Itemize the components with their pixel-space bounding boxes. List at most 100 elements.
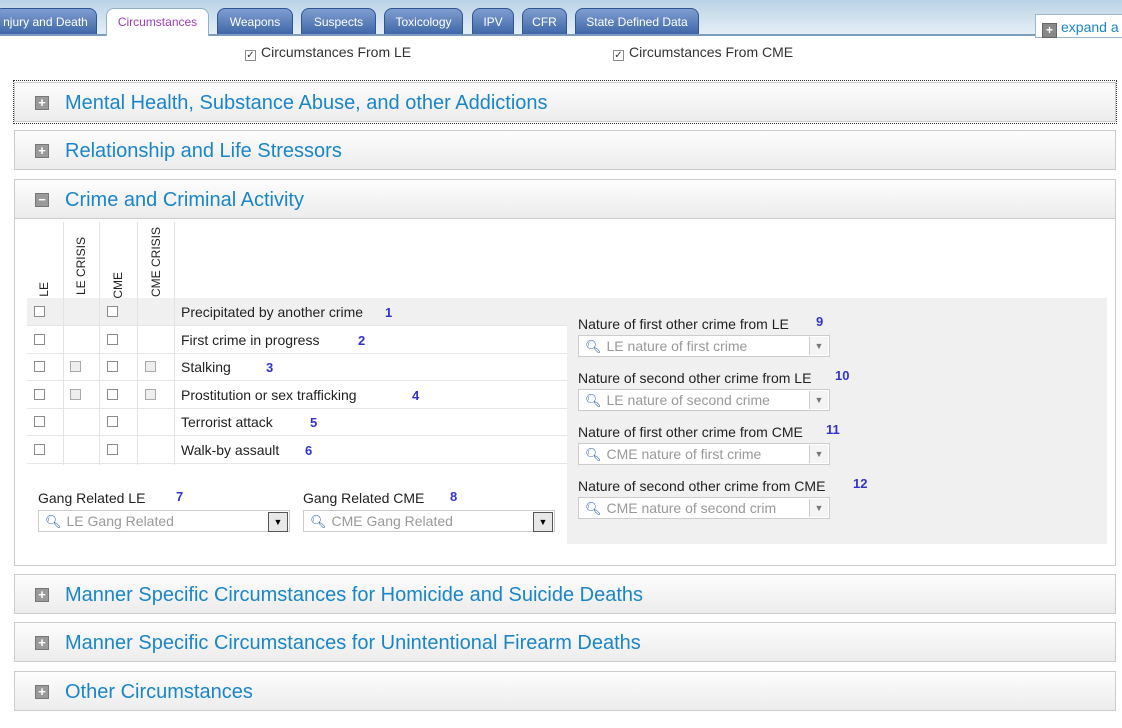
row-label: Walk-by assault <box>181 441 280 458</box>
row-label: Terrorist attack <box>181 414 273 430</box>
section-crime[interactable]: − Crime and Criminal Activity <box>14 179 1116 219</box>
tab-state-defined-data[interactable]: State Defined Data <box>575 8 699 34</box>
plus-icon: + <box>1042 23 1057 38</box>
section-other[interactable]: + Other Circumstances <box>14 671 1116 711</box>
le-checkbox[interactable] <box>34 361 45 372</box>
tab-injury-and-death[interactable]: njury and Death <box>0 8 97 34</box>
le-checkbox[interactable] <box>34 306 45 317</box>
chevron-down-icon[interactable]: ▼ <box>533 512 553 532</box>
cme-checkbox[interactable] <box>107 416 118 427</box>
search-icon: 🔍︎ <box>45 514 62 529</box>
col-header-le-crisis: LE CRISIS <box>74 237 88 296</box>
nature-placeholder: CME nature of second crim <box>606 500 777 516</box>
nature-number: 10 <box>835 368 850 383</box>
expand-all-button[interactable]: + expand a <box>1035 14 1122 38</box>
section-title: Crime and Criminal Activity <box>65 189 304 211</box>
filter-le[interactable]: ✓ Circumstances From LE <box>245 44 411 61</box>
nature-combobox[interactable]: 🔍︎ CME nature of second crim ▼ <box>578 497 830 519</box>
cme-checkbox[interactable] <box>107 361 118 372</box>
gang-cme-combobox[interactable]: 🔍︎ CME Gang Related ▼ <box>303 510 555 532</box>
row-number: 1 <box>385 305 393 320</box>
cme-checkbox[interactable] <box>107 306 118 317</box>
nature-combobox[interactable]: 🔍︎ LE nature of second crime ▼ <box>578 389 830 411</box>
le-checkbox[interactable] <box>34 443 45 455</box>
tab-ipv[interactable]: IPV <box>472 8 514 34</box>
nature-label: Nature of second other crime from CME <box>578 478 826 494</box>
le-checkbox[interactable] <box>34 416 45 427</box>
chevron-down-icon[interactable]: ▼ <box>809 391 828 409</box>
gang-le-placeholder: LE Gang Related <box>66 513 174 529</box>
gang-le-label: Gang Related LE <box>38 490 146 506</box>
cme-crisis-checkbox[interactable] <box>145 361 156 372</box>
expand-icon[interactable]: + <box>35 96 49 110</box>
collapse-icon[interactable]: − <box>35 193 49 207</box>
tab-weapons[interactable]: Weapons <box>217 8 293 34</box>
section-title: Manner Specific Circumstances for Homici… <box>65 584 644 606</box>
expand-icon[interactable]: + <box>35 144 49 158</box>
nature-number: 11 <box>826 422 840 437</box>
row-label: Precipitated by another crime <box>181 304 364 320</box>
nature-label: Nature of first other crime from CME <box>578 424 803 440</box>
section-title: Relationship and Life Stressors <box>65 140 342 162</box>
expand-icon[interactable]: + <box>35 588 49 602</box>
gang-cme-placeholder: CME Gang Related <box>331 513 453 529</box>
nature-placeholder: LE nature of first crime <box>606 338 748 354</box>
search-icon: 🔍︎ <box>585 339 602 354</box>
section-title: Other Circumstances <box>65 681 253 703</box>
tab-toxicology[interactable]: Toxicology <box>384 8 463 34</box>
nature-combobox[interactable]: 🔍︎ CME nature of first crime ▼ <box>578 443 830 465</box>
expand-icon[interactable]: + <box>35 685 49 699</box>
filter-le-checkbox[interactable]: ✓ <box>245 50 256 61</box>
cme-checkbox[interactable] <box>107 443 118 455</box>
row-label: First crime in progress <box>181 331 320 348</box>
filter-cme-checkbox[interactable]: ✓ <box>613 50 624 61</box>
section-relationship[interactable]: + Relationship and Life Stressors <box>14 130 1116 170</box>
search-icon: 🔍︎ <box>585 501 602 516</box>
chevron-down-icon[interactable]: ▼ <box>268 512 288 532</box>
section-unintentional-firearm[interactable]: + Manner Specific Circumstances for Unint… <box>14 622 1116 662</box>
row-number: 5 <box>310 415 318 430</box>
search-icon: 🔍︎ <box>585 447 602 462</box>
chevron-down-icon[interactable]: ▼ <box>809 337 828 355</box>
nature-label: Nature of first other crime from LE <box>578 316 789 332</box>
row-number: 3 <box>266 360 274 375</box>
tab-cfr[interactable]: CFR <box>522 8 567 34</box>
row-label: Stalking <box>181 359 231 375</box>
section-mental-health[interactable]: + Mental Health, Substance Abuse, and oth… <box>14 82 1116 122</box>
nature-combobox[interactable]: 🔍︎ LE nature of first crime ▼ <box>578 335 830 357</box>
section-manner-homicide-suicide[interactable]: + Manner Specific Circumstances for Homic… <box>14 574 1116 614</box>
col-header-le: LE <box>37 282 51 297</box>
nature-label: Nature of second other crime from LE <box>578 370 812 386</box>
cme-crisis-checkbox[interactable] <box>145 388 156 400</box>
col-header-cme: CME <box>111 272 125 299</box>
search-icon: 🔍︎ <box>585 393 602 408</box>
filter-le-label: Circumstances From LE <box>261 44 412 60</box>
chevron-down-icon[interactable]: ▼ <box>809 499 828 517</box>
col-header-cme-crisis: CME CRISIS <box>149 227 163 298</box>
nature-number: 12 <box>853 476 868 491</box>
tab-suspects[interactable]: Suspects <box>301 8 376 34</box>
le-checkbox[interactable] <box>34 333 45 345</box>
expand-icon[interactable]: + <box>35 636 49 650</box>
gang-cme-label: Gang Related CME <box>303 490 425 506</box>
cme-checkbox[interactable] <box>107 388 118 400</box>
section-title: Mental Health, Substance Abuse, and othe… <box>65 92 548 114</box>
nature-number: 9 <box>816 314 824 329</box>
le-checkbox[interactable] <box>34 388 45 400</box>
le-crisis-checkbox[interactable] <box>70 361 81 372</box>
gang-cme-number: 8 <box>450 489 458 504</box>
chevron-down-icon[interactable]: ▼ <box>809 445 828 463</box>
expand-all-label: expand a <box>1061 19 1119 35</box>
row-label: Prostitution or sex trafficking <box>181 386 357 403</box>
tab-circumstances[interactable]: Circumstances <box>106 8 209 36</box>
cme-checkbox[interactable] <box>107 333 118 345</box>
le-crisis-checkbox[interactable] <box>70 388 81 400</box>
gang-le-combobox[interactable]: 🔍︎ LE Gang Related ▼ <box>38 510 290 532</box>
filter-cme-label: Circumstances From CME <box>629 44 794 60</box>
nature-placeholder: CME nature of first crime <box>606 446 762 462</box>
row-number: 6 <box>305 442 313 458</box>
nature-placeholder: LE nature of second crime <box>606 392 770 408</box>
section-title: Manner Specific Circumstances for Uninte… <box>65 632 641 654</box>
gang-le-number: 7 <box>176 489 184 504</box>
filter-cme[interactable]: ✓ Circumstances From CME <box>613 44 793 61</box>
